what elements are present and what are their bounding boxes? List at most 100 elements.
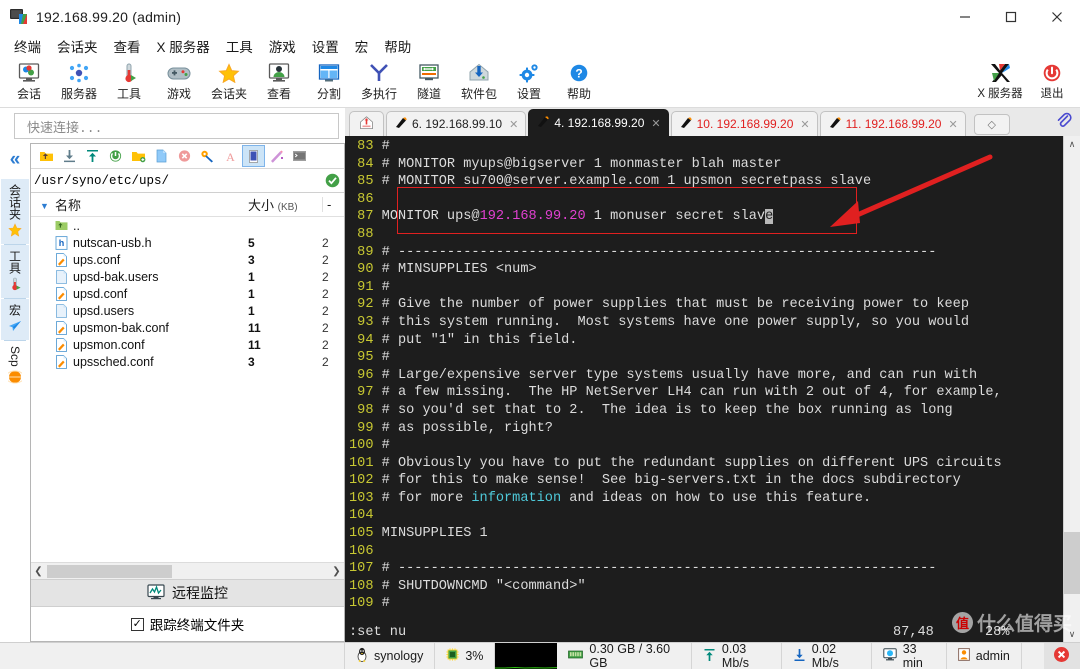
tab-close-icon[interactable]: ✕ <box>948 118 957 131</box>
terminal-scrollbar[interactable]: ∧ ∨ <box>1063 136 1080 642</box>
scroll-right-icon[interactable]: ❯ <box>329 566 344 577</box>
menu-sessions[interactable]: 会话夹 <box>49 34 106 58</box>
toolbar-session[interactable]: 会话 <box>4 58 54 101</box>
tab-home[interactable] <box>349 111 384 136</box>
terminal-scroll-thumb[interactable] <box>1063 532 1080 594</box>
new-file-icon[interactable] <box>150 145 173 167</box>
toolbar-sessions-folder[interactable]: 会话夹 <box>204 58 254 101</box>
menu-tools[interactable]: 工具 <box>218 34 261 58</box>
menu-games[interactable]: 游戏 <box>261 34 304 58</box>
scroll-left-icon[interactable]: ❮ <box>31 566 46 577</box>
toolbar-view[interactable]: 查看 <box>254 58 304 101</box>
follow-terminal-row[interactable]: ✓ 跟踪终端文件夹 <box>31 607 344 641</box>
toolbar-packages[interactable]: 软件包 <box>454 58 504 101</box>
file-list[interactable]: .. h nutscan-usb.h 5 2 ups.conf 3 2 upsd-bak.use… <box>31 217 344 562</box>
toolbar-tunnel[interactable]: 隧道 <box>404 58 454 101</box>
toolbar-exit[interactable]: 退出 <box>1026 58 1078 101</box>
terminal-text: # MINSUPPLIES <num> <box>381 262 537 278</box>
file-row[interactable]: upssched.conf 3 2 <box>31 353 344 370</box>
menu-view[interactable]: 查看 <box>106 34 149 58</box>
terminal-icon[interactable] <box>288 145 311 167</box>
path-input[interactable] <box>31 173 321 188</box>
toolbar-split[interactable]: 分割 <box>304 58 354 101</box>
menu-macros[interactable]: 宏 <box>347 34 377 58</box>
remote-monitor-button[interactable]: 远程监控 <box>31 579 344 607</box>
terminal-output[interactable]: 83 # 84 # MONITOR myups@bigserver 1 monm… <box>345 136 1063 642</box>
toolbar-settings[interactable]: 设置 <box>504 58 554 101</box>
status-host[interactable]: synology <box>345 643 436 669</box>
home-icon <box>359 115 374 133</box>
terminal-text: # for this to make sense! See big-server… <box>381 473 961 489</box>
file-row[interactable]: upsd.conf 1 2 <box>31 285 344 302</box>
tab-session-4[interactable]: 4. 192.168.99.20 ✕ <box>528 109 669 136</box>
toolbar-multiexec[interactable]: 多执行 <box>354 58 404 101</box>
tab-session-10[interactable]: 10. 192.168.99.20 ✕ <box>670 111 818 136</box>
toolbar-xserver[interactable]: X 服务器 <box>974 58 1026 101</box>
permissions-icon[interactable] <box>196 145 219 167</box>
toolbar-tools[interactable]: 工具 <box>104 58 154 101</box>
toolbar-help[interactable]: ? 帮助 <box>554 58 604 101</box>
toolbar-games[interactable]: 游戏 <box>154 58 204 101</box>
file-row[interactable]: upsmon-bak.conf 11 2 <box>31 319 344 336</box>
menu-terminal[interactable]: 终端 <box>6 34 49 58</box>
status-cpu[interactable]: 3% <box>435 643 496 669</box>
menu-settings[interactable]: 设置 <box>304 34 347 58</box>
menu-help[interactable]: 帮助 <box>376 34 419 58</box>
menu-xserver[interactable]: X 服务器 <box>149 34 218 58</box>
new-folder-icon[interactable] <box>127 145 150 167</box>
binary-mode-icon[interactable] <box>242 145 265 167</box>
scroll-up-icon[interactable]: ∧ <box>1064 136 1080 152</box>
monitor-chart-icon <box>147 583 165 603</box>
vtab-scp[interactable]: Scp <box>1 341 29 391</box>
minimize-button[interactable] <box>942 0 988 33</box>
line-number: 88 <box>349 226 374 242</box>
terminal-scroll-track[interactable] <box>1063 152 1080 626</box>
file-row[interactable]: upsd-bak.users 1 2 <box>31 268 344 285</box>
follow-terminal-checkbox[interactable]: ✓ <box>130 617 144 631</box>
tab-session-6[interactable]: 6. 192.168.99.10 ✕ <box>386 111 527 136</box>
tab-close-icon[interactable]: ✕ <box>651 117 660 130</box>
file-list-hscrollbar[interactable]: ❮ ❯ <box>31 562 344 579</box>
delete-icon[interactable] <box>173 145 196 167</box>
paperclip-icon[interactable] <box>1055 111 1072 133</box>
refresh-icon[interactable] <box>104 145 127 167</box>
status-user[interactable]: admin <box>947 643 1022 669</box>
status-uptime[interactable]: 33 min <box>872 642 947 669</box>
file-row[interactable]: .. <box>31 217 344 234</box>
hscroll-track[interactable] <box>46 563 329 579</box>
upload-icon[interactable] <box>81 145 104 167</box>
follow-icon[interactable] <box>265 145 288 167</box>
scroll-down-icon[interactable]: ∨ <box>1064 626 1080 642</box>
line-number: 86 <box>349 191 374 207</box>
vtab-macros[interactable]: 宏 <box>1 299 29 340</box>
collapse-sidebar-button[interactable]: « <box>10 147 21 173</box>
user-icon <box>957 648 970 664</box>
quick-connect-input[interactable]: 快速连接... <box>14 113 339 139</box>
file-row[interactable]: h nutscan-usb.h 5 2 <box>31 234 344 251</box>
status-close-session-button[interactable] <box>1043 643 1080 669</box>
column-size[interactable]: 大小 (KB) <box>248 195 322 214</box>
terminal-line: 95 # <box>349 349 1063 367</box>
maximize-button[interactable] <box>988 0 1034 33</box>
tab-close-icon[interactable]: ✕ <box>509 118 518 131</box>
status-download[interactable]: 0.02 Mb/s <box>782 642 872 669</box>
close-button[interactable] <box>1034 0 1080 33</box>
tab-close-icon[interactable]: ✕ <box>800 118 809 131</box>
parent-folder-icon[interactable] <box>35 145 58 167</box>
column-date[interactable]: - <box>322 197 344 212</box>
column-name[interactable]: ▼ 名称 <box>31 195 248 214</box>
vtab-tools[interactable]: 工具 <box>1 245 29 298</box>
tab-session-11[interactable]: 11. 192.168.99.20 ✕ <box>819 111 966 136</box>
status-ram[interactable]: 0.30 GB / 3.60 GB <box>557 642 692 669</box>
file-row[interactable]: ups.conf 3 2 <box>31 251 344 268</box>
file-row[interactable]: upsd.users 1 2 <box>31 302 344 319</box>
hscroll-thumb[interactable] <box>47 564 172 578</box>
vtab-sessions[interactable]: 会话夹 <box>1 179 29 244</box>
scp-file-browser: A /usr/syno/etc/ups/ ▼ 名称 大小 (KB) - .. h… <box>30 143 345 642</box>
new-tab-button[interactable]: ◇ <box>973 114 1010 135</box>
file-row[interactable]: upsmon.conf 11 2 <box>31 336 344 353</box>
status-upload[interactable]: 0.03 Mb/s <box>692 642 782 669</box>
download-icon[interactable] <box>58 145 81 167</box>
text-mode-icon[interactable]: A <box>219 145 242 167</box>
toolbar-servers[interactable]: 服务器 <box>54 58 104 101</box>
